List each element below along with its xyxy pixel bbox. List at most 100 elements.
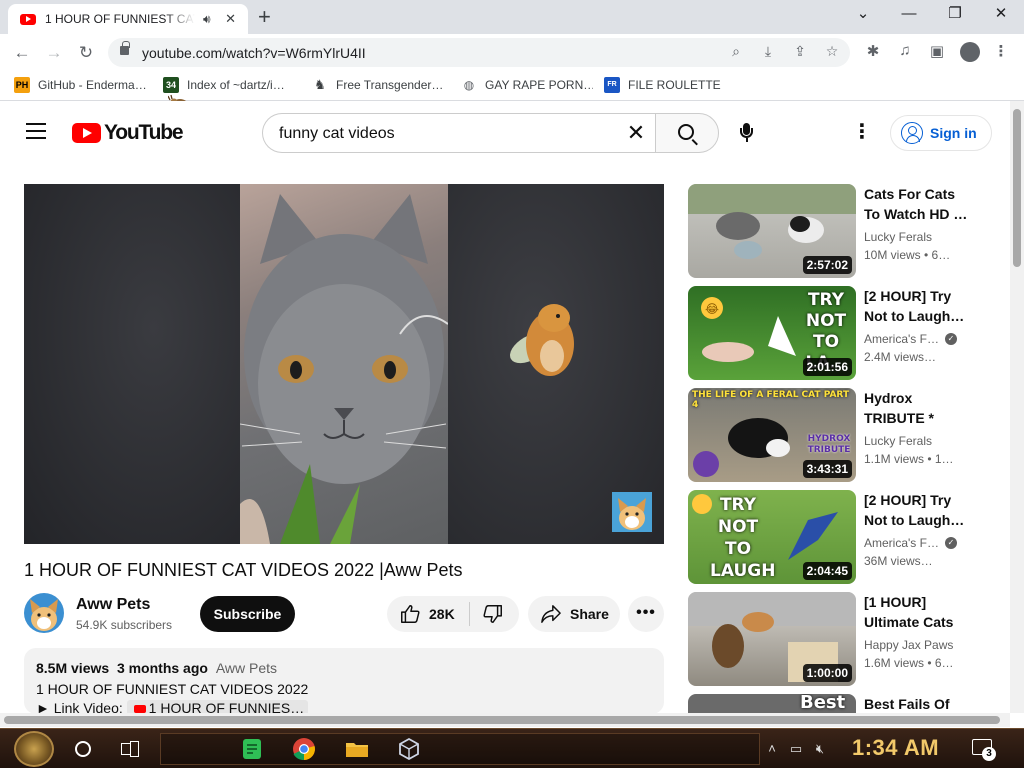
- search-circle-icon[interactable]: [75, 741, 91, 757]
- description-video-link[interactable]: 1 HOUR OF FUNNIES…: [126, 700, 309, 714]
- bookmark-item[interactable]: FR FILE ROULETTE: [604, 77, 721, 93]
- channel-name[interactable]: Aww Pets: [76, 596, 150, 614]
- recommended-video[interactable]: 😂 TRY NOT TO LA… 2:01:56 [2 HOUR] Try No…: [688, 286, 988, 380]
- like-button[interactable]: 28K: [387, 596, 469, 632]
- notes-app-icon[interactable]: [240, 737, 264, 761]
- reload-button[interactable]: ↻: [73, 40, 99, 66]
- thumbs-up-icon: [401, 605, 420, 623]
- youtube-logo-text: YouTube: [104, 121, 184, 144]
- bookmark-item[interactable]: ♞ Free Transgender…: [312, 77, 446, 93]
- share-button[interactable]: Share: [528, 596, 620, 632]
- bookmark-item[interactable]: PH GitHub - Enderma…: [14, 77, 146, 93]
- subscriber-count: 54.9K subscribers: [76, 618, 173, 632]
- recommended-channel[interactable]: America's F…: [864, 332, 939, 346]
- horizontal-scroll-thumb[interactable]: [4, 716, 1000, 724]
- side-panel-icon[interactable]: ▣: [926, 42, 948, 60]
- tab-close-icon[interactable]: ✕: [223, 11, 239, 27]
- recommended-channel[interactable]: Happy Jax Paws: [864, 638, 953, 652]
- sign-in-label: Sign in: [930, 125, 977, 141]
- horizontal-scrollbar[interactable]: [0, 713, 1010, 727]
- recommended-channel[interactable]: Lucky Ferals: [864, 230, 932, 244]
- close-window-button[interactable]: ✕: [978, 4, 1024, 24]
- media-control-icon[interactable]: ♫: [894, 42, 916, 59]
- recommended-title[interactable]: [2 HOUR] Try Not to Laugh…: [864, 490, 968, 530]
- youtube-header: YouTube funny cat videos ✕ ⋮ Sign in: [0, 101, 1010, 163]
- speaker-icon[interactable]: 🔊︎: [203, 12, 211, 27]
- thumbnail-caption: THE LIFE OF A FERAL CAT PART 4: [692, 390, 850, 410]
- recommended-video[interactable]: 2:57:02 Cats For Cats To Watch HD … Luck…: [688, 184, 988, 278]
- recommended-title[interactable]: Cats For Cats To Watch HD …: [864, 184, 968, 224]
- install-icon[interactable]: ⤓: [758, 43, 778, 60]
- recommended-channel[interactable]: America's F…: [864, 536, 939, 550]
- file-explorer-icon[interactable]: [345, 737, 369, 761]
- minimize-button[interactable]: —: [886, 4, 932, 24]
- recommended-video[interactable]: 1:00:00 [1 HOUR] Ultimate Cats … Happy J…: [688, 592, 988, 686]
- voice-search-icon[interactable]: [740, 123, 753, 142]
- sign-in-button[interactable]: Sign in: [890, 115, 992, 151]
- vertical-scrollbar[interactable]: [1010, 101, 1024, 713]
- video-description[interactable]: 8.5M views 3 months ago Aww Pets 1 HOUR …: [24, 648, 664, 714]
- video-thumbnail[interactable]: THE LIFE OF A FERAL CAT PART 4 HYDROX TR…: [688, 388, 856, 482]
- bookmark-ph-icon: PH: [14, 77, 30, 93]
- clear-search-icon[interactable]: ✕: [624, 120, 648, 146]
- volume-muted-icon[interactable]: 🔇︎: [812, 741, 828, 757]
- settings-more-icon[interactable]: ⋮: [852, 121, 872, 143]
- bookmark-item[interactable]: ◍ GAY RAPE PORN…: [461, 77, 593, 93]
- taskbar-clock[interactable]: 1:34 AM: [852, 735, 939, 761]
- share-label: Share: [570, 606, 609, 622]
- back-button[interactable]: ←: [9, 40, 35, 66]
- verified-badge-icon: ✓: [944, 537, 957, 549]
- virtualbox-icon[interactable]: [397, 737, 421, 761]
- dislike-button[interactable]: [470, 596, 519, 632]
- recommended-video[interactable]: Best Best Fails Of: [688, 694, 988, 713]
- recommended-channel[interactable]: Lucky Ferals: [864, 434, 932, 448]
- start-button[interactable]: [14, 731, 54, 767]
- recommended-title[interactable]: Hydrox TRIBUTE * Pa…: [864, 388, 968, 428]
- lock-icon[interactable]: [120, 41, 130, 55]
- description-link-line: ► Link Video: 1 HOUR OF FUNNIES…: [36, 700, 309, 714]
- search-input[interactable]: funny cat videos ✕: [262, 113, 656, 153]
- video-thumbnail[interactable]: Best: [688, 694, 856, 713]
- video-thumbnail[interactable]: 1:00:00: [688, 592, 856, 686]
- recommended-title[interactable]: [2 HOUR] Try Not to Laugh…: [864, 286, 968, 326]
- verified-badge-icon: ✓: [944, 333, 957, 345]
- search-query-text[interactable]: funny cat videos: [279, 125, 395, 143]
- menu-icon[interactable]: [26, 123, 46, 139]
- video-thumbnail[interactable]: TRY NOT TO LAUGH 2:04:45: [688, 490, 856, 584]
- video-thumbnail[interactable]: 2:57:02: [688, 184, 856, 278]
- hamster-illustration: [510, 304, 574, 376]
- subscribe-button[interactable]: Subscribe: [200, 596, 295, 632]
- description-tag[interactable]: Aww Pets: [216, 660, 277, 676]
- forward-button[interactable]: →: [41, 40, 67, 66]
- tray-chevron-icon[interactable]: ˄: [764, 741, 780, 756]
- recommended-video[interactable]: TRY NOT TO LAUGH 2:04:45 [2 HOUR] Try No…: [688, 490, 988, 584]
- new-tab-button[interactable]: +: [258, 5, 271, 29]
- chrome-menu-icon[interactable]: ⋮: [990, 42, 1012, 60]
- address-bar[interactable]: youtube.com/watch?v=W6rmYlrU4II ⌕ ⤓ ⇪ ☆: [108, 38, 850, 67]
- video-duration: 1:00:00: [802, 664, 852, 682]
- channel-watermark-icon[interactable]: [612, 492, 652, 532]
- browser-tab-active[interactable]: 1 HOUR OF FUNNIEST CAT VIDEOS 2022 |Aww …: [8, 4, 248, 34]
- network-icon[interactable]: ▭: [788, 741, 804, 757]
- extensions-icon[interactable]: ✱: [862, 42, 884, 60]
- youtube-logo[interactable]: YouTube: [72, 121, 184, 145]
- tab-search-icon[interactable]: ⌄: [840, 4, 886, 24]
- bookmark-star-icon[interactable]: ☆: [822, 43, 842, 60]
- chrome-icon[interactable]: [292, 737, 316, 761]
- video-thumbnail[interactable]: 😂 TRY NOT TO LA… 2:01:56: [688, 286, 856, 380]
- recommended-title[interactable]: [1 HOUR] Ultimate Cats …: [864, 592, 968, 632]
- more-actions-button[interactable]: •••: [628, 596, 664, 632]
- recommended-video[interactable]: THE LIFE OF A FERAL CAT PART 4 HYDROX TR…: [688, 388, 988, 482]
- task-view-icon[interactable]: [121, 741, 139, 757]
- channel-avatar[interactable]: [24, 593, 64, 633]
- url-text[interactable]: youtube.com/watch?v=W6rmYlrU4II: [142, 45, 366, 61]
- bookmark-item[interactable]: 34 Index of ~dartz/i…: [163, 77, 299, 93]
- search-button[interactable]: [655, 113, 719, 153]
- recommended-title[interactable]: Best Fails Of: [864, 694, 968, 713]
- zoom-search-icon[interactable]: ⌕: [726, 43, 746, 60]
- vertical-scroll-thumb[interactable]: [1013, 109, 1021, 267]
- video-player[interactable]: [24, 184, 664, 544]
- profile-avatar-icon[interactable]: [960, 42, 980, 62]
- restore-button[interactable]: ❐: [932, 4, 978, 24]
- share-page-icon[interactable]: ⇪: [790, 43, 810, 60]
